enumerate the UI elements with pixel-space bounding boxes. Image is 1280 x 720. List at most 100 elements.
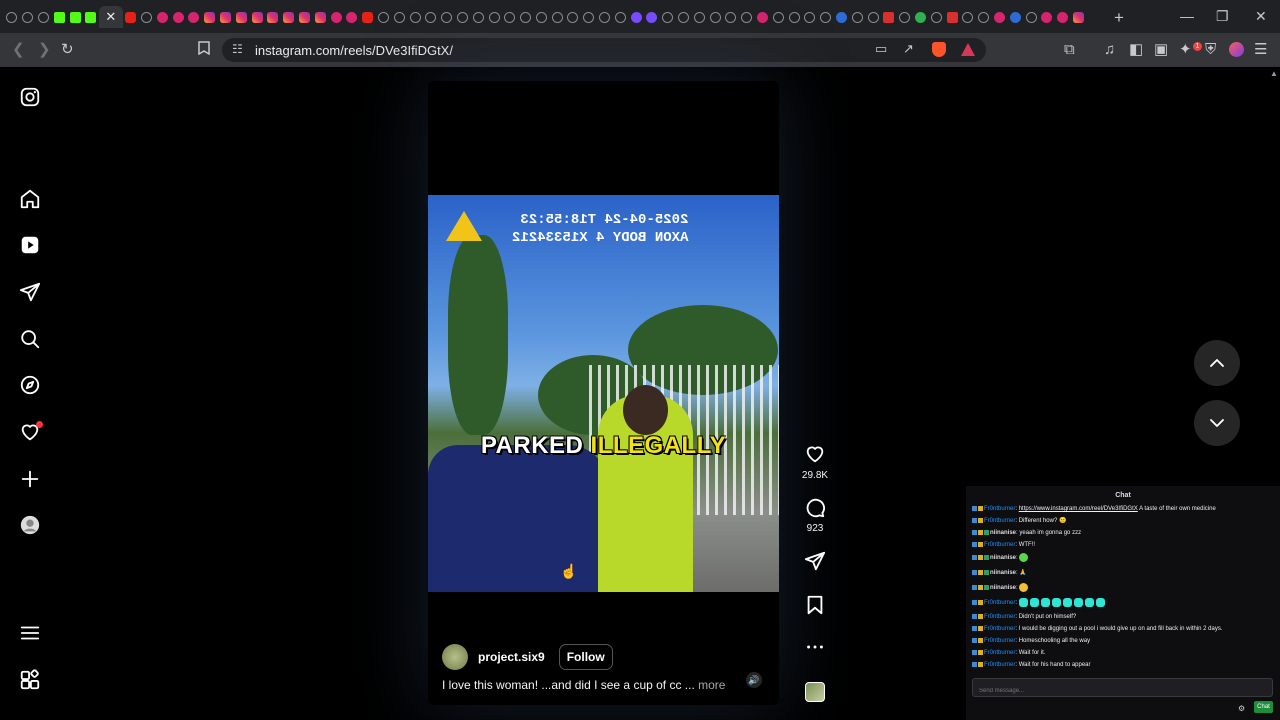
browser-tab[interactable] <box>36 9 52 25</box>
browser-tab[interactable] <box>123 9 139 25</box>
chat-username[interactable]: Fr0ntburner <box>984 650 1015 656</box>
browser-tab[interactable] <box>218 9 234 25</box>
follow-button[interactable]: Follow <box>558 644 613 670</box>
browser-tab[interactable] <box>676 9 692 25</box>
share-icon[interactable]: ↗ <box>903 41 914 57</box>
cast-icon[interactable]: ▭ <box>875 41 887 57</box>
reels-icon[interactable] <box>19 234 41 256</box>
browser-tab[interactable] <box>944 9 960 25</box>
chat-username[interactable]: niinanise <box>990 530 1016 536</box>
chat-username[interactable]: Fr0ntburner <box>984 600 1015 606</box>
chat-username[interactable]: Fr0ntburner <box>984 518 1015 524</box>
browser-tab[interactable] <box>186 9 202 25</box>
close-window-button[interactable]: ✕ <box>1255 8 1267 25</box>
browser-tab[interactable] <box>881 9 897 25</box>
browser-tab[interactable] <box>565 9 581 25</box>
browser-tab[interactable] <box>518 9 534 25</box>
browser-tab[interactable] <box>628 9 644 25</box>
browser-tab[interactable] <box>455 9 471 25</box>
browser-tab[interactable] <box>407 9 423 25</box>
browser-tab[interactable] <box>249 9 265 25</box>
chat-username[interactable]: niinanise <box>990 570 1016 576</box>
bookmark-icon[interactable] <box>198 41 210 60</box>
chat-input-box[interactable] <box>972 678 1273 701</box>
menu-icon[interactable]: ☰ <box>1254 41 1267 59</box>
reload-icon[interactable]: ↻ <box>61 41 74 59</box>
brave-rewards-icon[interactable] <box>961 43 975 56</box>
browser-tab[interactable] <box>486 9 502 25</box>
browser-tab[interactable] <box>928 9 944 25</box>
new-tab-button[interactable]: + <box>1114 8 1124 28</box>
browser-tab[interactable] <box>1055 9 1071 25</box>
browser-tab[interactable] <box>786 9 802 25</box>
browser-tab[interactable] <box>1023 9 1039 25</box>
browser-tab[interactable] <box>470 9 486 25</box>
chat-settings-icon[interactable]: ⚙ <box>1238 704 1245 713</box>
reel-player[interactable]: 2025-04-24 T18:55:23 AXON BODY 4 X153342… <box>428 81 779 705</box>
browser-tab[interactable] <box>51 9 67 25</box>
browser-tab[interactable] <box>849 9 865 25</box>
chat-message-list[interactable]: Fr0ntburner: https://www.instagram.com/r… <box>972 503 1276 671</box>
browser-tab[interactable] <box>202 9 218 25</box>
browser-tab[interactable] <box>4 9 20 25</box>
brave-shields-icon[interactable] <box>932 42 946 57</box>
share-icon[interactable] <box>803 550 827 577</box>
save-icon[interactable] <box>803 594 827 621</box>
back-icon[interactable]: ❮ <box>12 41 25 59</box>
plus-icon[interactable] <box>19 468 41 490</box>
author-avatar[interactable] <box>442 644 468 670</box>
browser-tab[interactable] <box>20 9 36 25</box>
site-info-icon[interactable]: ☷ <box>232 42 243 56</box>
browser-tab[interactable] <box>723 9 739 25</box>
browser-tab[interactable] <box>818 9 834 25</box>
like-icon[interactable] <box>803 443 827 470</box>
previous-reel-button[interactable] <box>1194 340 1240 386</box>
browser-tab[interactable] <box>154 9 170 25</box>
browser-tab[interactable] <box>660 9 676 25</box>
hamburger-menu-icon[interactable] <box>19 622 41 644</box>
leo-ai-icon[interactable]: ✦ <box>1179 41 1192 59</box>
browser-tab[interactable] <box>976 9 992 25</box>
more-link[interactable]: more <box>695 678 725 692</box>
chat-username[interactable]: Fr0ntburner <box>984 506 1015 512</box>
browser-tab[interactable] <box>281 9 297 25</box>
more-options-icon[interactable] <box>803 636 827 663</box>
browser-tab[interactable] <box>992 9 1008 25</box>
apps-grid-icon[interactable] <box>19 669 41 691</box>
compass-icon[interactable] <box>19 374 41 396</box>
extension-icon[interactable]: ⧉ <box>1064 41 1075 59</box>
maximize-button[interactable]: ❐ <box>1216 8 1229 25</box>
chat-link[interactable]: https://www.instagram.com/reel/DVe3IfiDG… <box>1019 506 1138 512</box>
author-username[interactable]: project.six9 <box>478 650 545 664</box>
browser-tab[interactable] <box>439 9 455 25</box>
browser-tab[interactable] <box>344 9 360 25</box>
minimize-button[interactable]: — <box>1180 8 1194 24</box>
browser-tab[interactable] <box>897 9 913 25</box>
chat-username[interactable]: Fr0ntburner <box>984 614 1015 620</box>
browser-tab[interactable] <box>644 9 660 25</box>
browser-tab[interactable] <box>612 9 628 25</box>
chat-username[interactable]: Fr0ntburner <box>984 626 1015 632</box>
browser-tab[interactable] <box>1007 9 1023 25</box>
chat-username[interactable]: niinanise <box>990 585 1016 591</box>
forward-icon[interactable]: ❯ <box>38 41 51 59</box>
browser-tab[interactable] <box>581 9 597 25</box>
browser-tab[interactable] <box>865 9 881 25</box>
browser-tab[interactable] <box>691 9 707 25</box>
browser-tab[interactable] <box>423 9 439 25</box>
browser-tab[interactable] <box>802 9 818 25</box>
browser-tab[interactable] <box>265 9 281 25</box>
browser-tab[interactable] <box>1039 9 1055 25</box>
browser-tab[interactable] <box>170 9 186 25</box>
browser-tab[interactable] <box>312 9 328 25</box>
chat-username[interactable]: Fr0ntburner <box>984 662 1015 668</box>
chat-username[interactable]: niinanise <box>990 555 1016 561</box>
page-scrollbar[interactable]: ▲ <box>1268 67 1280 720</box>
browser-tab[interactable] <box>360 9 376 25</box>
browser-tab[interactable] <box>328 9 344 25</box>
browser-tab[interactable] <box>755 9 771 25</box>
browser-tab[interactable] <box>83 9 99 25</box>
browser-tab[interactable] <box>534 9 550 25</box>
browser-tab[interactable] <box>597 9 613 25</box>
media-icon[interactable]: ♫ <box>1104 41 1115 59</box>
